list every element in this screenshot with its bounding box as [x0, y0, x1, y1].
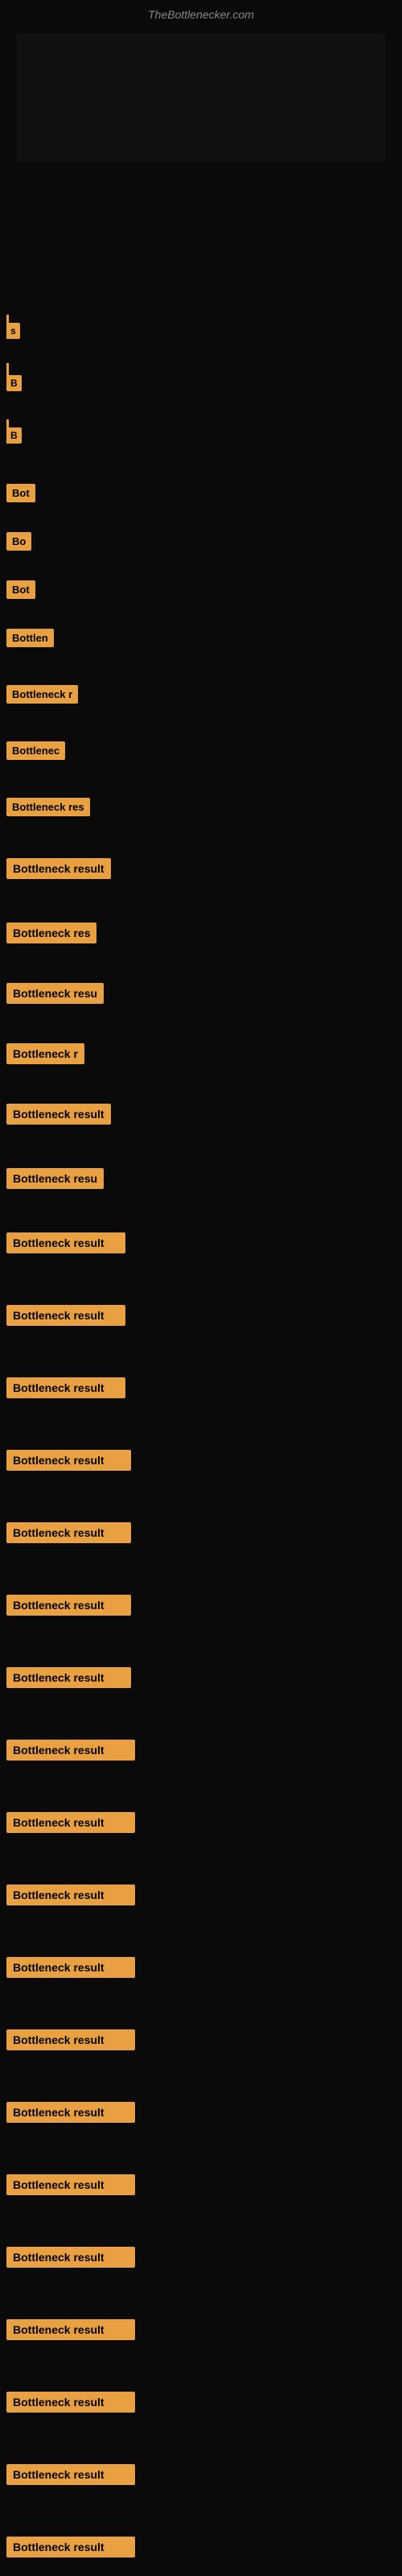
label-bot2: Bot [6, 580, 35, 599]
label-bottleneck-result7: Bottleneck result [6, 1522, 131, 1543]
label-bottleneck-result18: Bottleneck result [6, 2319, 135, 2340]
label-bottleneck-result21: Bottleneck result [6, 2537, 135, 2557]
chart-area [16, 33, 386, 162]
label-bottleneck-result9: Bottleneck result [6, 1667, 131, 1688]
label-bottleneck-r1: Bottleneck r [6, 685, 78, 704]
label-bottleneck-result16: Bottleneck result [6, 2174, 135, 2195]
label-bottleneck-resu1: Bottleneck resu [6, 983, 104, 1004]
label-bo1: B [6, 427, 22, 444]
label-bottleneck-result10: Bottleneck result [6, 1740, 135, 1761]
label-bottleneck-res1: Bottleneck res [6, 798, 90, 816]
label-bo2: Bo [6, 532, 31, 551]
label-bottlen: Bottlen [6, 629, 54, 647]
label-bottleneck-result17: Bottleneck result [6, 2247, 135, 2268]
label-bottleneck-result5: Bottleneck result [6, 1377, 125, 1398]
label-bottleneck-result12: Bottleneck result [6, 1885, 135, 1905]
label-bottleneck-result15: Bottleneck result [6, 2102, 135, 2123]
label-bottlenec: Bottlenec [6, 741, 65, 760]
label-bottleneck-r2: Bottleneck r [6, 1043, 84, 1064]
label-bottleneck-result8: Bottleneck result [6, 1595, 131, 1616]
label-bottleneck-result4: Bottleneck result [6, 1305, 125, 1326]
label-bottleneck-result20: Bottleneck result [6, 2464, 135, 2485]
label-bottleneck-result14: Bottleneck result [6, 2029, 135, 2050]
label-bottleneck-result3: Bottleneck result [6, 1232, 125, 1253]
label-s: s [6, 323, 20, 339]
label-bottleneck-result2: Bottleneck result [6, 1104, 111, 1125]
label-bottleneck-result13: Bottleneck result [6, 1957, 135, 1978]
label-bottleneck-res2: Bottleneck res [6, 923, 96, 943]
label-b1: B [6, 375, 22, 391]
site-title-text: TheBottlenecker.com [0, 0, 402, 25]
label-bot1: Bot [6, 484, 35, 502]
label-bottleneck-result19: Bottleneck result [6, 2392, 135, 2413]
label-bottleneck-result11: Bottleneck result [6, 1812, 135, 1833]
label-bottleneck-resu2: Bottleneck resu [6, 1168, 104, 1189]
label-bottleneck-result6: Bottleneck result [6, 1450, 131, 1471]
label-bottleneck-result1: Bottleneck result [6, 858, 111, 879]
